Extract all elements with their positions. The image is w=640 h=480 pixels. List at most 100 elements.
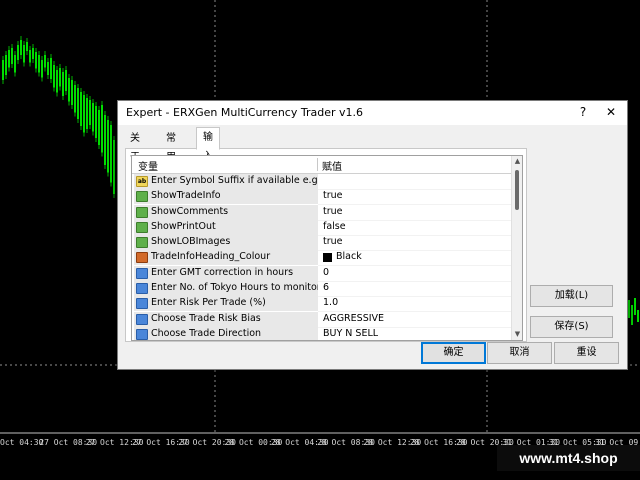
candle bbox=[29, 50, 31, 63]
time-axis-label: Oct 04:30 bbox=[0, 438, 44, 447]
candle bbox=[107, 120, 109, 173]
parameter-value: true bbox=[323, 236, 343, 248]
parameter-name-cell[interactable]: ShowPrintOut bbox=[134, 219, 318, 236]
bool-type-icon bbox=[136, 206, 148, 218]
parameter-name-cell[interactable]: abEnter Symbol Suffix if available e.g. … bbox=[134, 174, 318, 190]
parameter-name: ShowPrintOut bbox=[151, 220, 216, 232]
parameter-name: Enter No. of Tokyo Hours to monitor bbox=[151, 282, 318, 294]
table-row[interactable]: ShowLOBImages true bbox=[132, 235, 511, 252]
vertical-scrollbar[interactable]: ▲ ▼ bbox=[511, 156, 522, 340]
number-type-icon bbox=[136, 313, 148, 325]
watermark: www.mt4.shop bbox=[497, 445, 640, 471]
parameter-name: Choose Trade Risk Bias bbox=[151, 312, 261, 324]
parameter-value-cell[interactable]: 1.0 bbox=[318, 296, 511, 313]
candle bbox=[14, 55, 16, 73]
parameter-value: true bbox=[323, 205, 343, 217]
candle bbox=[50, 58, 52, 79]
scroll-up-icon[interactable]: ▲ bbox=[512, 156, 522, 167]
parameter-value: true bbox=[323, 190, 343, 202]
table-row[interactable]: abEnter Symbol Suffix if available e.g. … bbox=[132, 174, 511, 190]
candle bbox=[44, 55, 46, 68]
parameter-name-cell[interactable]: ShowComments bbox=[134, 204, 318, 221]
candle bbox=[71, 80, 73, 105]
parameter-value: false bbox=[323, 220, 346, 232]
parameter-name: Enter Symbol Suffix if available e.g. EU… bbox=[151, 175, 318, 186]
table-row[interactable]: Choose Trade Risk Bias AGGRESSIVE bbox=[132, 311, 511, 328]
parameter-value-cell[interactable]: 0 bbox=[318, 266, 511, 282]
parameter-name-cell[interactable]: Enter GMT correction in hours bbox=[134, 265, 318, 282]
candle bbox=[83, 95, 85, 133]
candle bbox=[5, 55, 7, 75]
column-header-value[interactable]: 赋值 bbox=[322, 158, 342, 173]
candle bbox=[101, 105, 103, 153]
scrollbar-thumb[interactable] bbox=[515, 170, 519, 210]
expert-properties-dialog: Expert - ERXGen MultiCurrency Trader v1.… bbox=[117, 100, 628, 370]
candle bbox=[634, 298, 636, 315]
candle bbox=[11, 48, 13, 64]
candle bbox=[637, 310, 639, 322]
load-button[interactable]: 加载(L) bbox=[530, 285, 613, 307]
close-icon[interactable]: ✕ bbox=[604, 105, 618, 119]
parameter-value: AGGRESSIVE bbox=[323, 312, 385, 324]
tab-inputs[interactable]: 输入参数 bbox=[196, 127, 220, 200]
number-type-icon bbox=[136, 328, 148, 340]
candle bbox=[32, 48, 34, 59]
parameter-value-cell[interactable]: Black bbox=[318, 250, 511, 267]
parameter-value: BUY N SELL bbox=[323, 327, 379, 339]
table-row[interactable]: ShowComments true bbox=[132, 204, 511, 221]
color-type-icon bbox=[136, 252, 148, 264]
candle bbox=[62, 72, 64, 96]
tab-common[interactable]: 常用 bbox=[160, 129, 182, 163]
table-header: 变量 赋值 bbox=[132, 156, 522, 174]
parameter-value-cell[interactable]: 6 bbox=[318, 281, 511, 298]
candle bbox=[35, 52, 37, 69]
parameter-value: Black bbox=[336, 251, 362, 263]
parameter-value-cell[interactable]: true bbox=[318, 205, 511, 221]
candle bbox=[38, 55, 40, 73]
column-header-variable[interactable]: 变量 bbox=[138, 158, 158, 173]
parameter-value: 1.0 bbox=[323, 297, 339, 309]
table-row[interactable]: Enter No. of Tokyo Hours to monitor 6 bbox=[132, 281, 511, 298]
dialog-titlebar[interactable]: Expert - ERXGen MultiCurrency Trader v1.… bbox=[118, 101, 627, 125]
tab-about[interactable]: 关于 bbox=[124, 129, 146, 163]
parameter-name-cell[interactable]: Choose Trade Risk Bias bbox=[134, 311, 318, 328]
parameter-name-cell[interactable]: Enter Risk Per Trade (%) bbox=[134, 296, 318, 313]
table-row[interactable]: TradeInfoHeading_Colour Black bbox=[132, 250, 511, 267]
table-row[interactable]: Enter GMT correction in hours 0 bbox=[132, 265, 511, 282]
table-row[interactable]: Choose Trade Direction BUY N SELL bbox=[132, 326, 511, 340]
parameter-name: Enter Risk Per Trade (%) bbox=[151, 297, 266, 309]
parameter-value-cell[interactable]: false bbox=[318, 220, 511, 236]
candle bbox=[53, 65, 55, 88]
color-swatch bbox=[323, 253, 332, 263]
parameter-name-cell[interactable]: TradeInfoHeading_Colour bbox=[134, 250, 318, 267]
parameter-value-cell[interactable]: true bbox=[318, 235, 511, 252]
help-icon[interactable]: ? bbox=[576, 105, 590, 119]
scroll-down-icon[interactable]: ▼ bbox=[512, 329, 522, 340]
parameter-name: Enter GMT correction in hours bbox=[151, 266, 294, 278]
parameter-name-cell[interactable]: ShowTradeInfo bbox=[134, 189, 318, 206]
parameter-name: ShowLOBImages bbox=[151, 236, 231, 248]
candle bbox=[104, 115, 106, 165]
candle bbox=[26, 42, 28, 51]
candle bbox=[77, 88, 79, 119]
table-row[interactable]: ShowPrintOut false bbox=[132, 219, 511, 236]
table-row[interactable]: ShowTradeInfo true bbox=[132, 189, 511, 206]
candle bbox=[59, 68, 61, 87]
parameter-name: TradeInfoHeading_Colour bbox=[151, 251, 271, 263]
ok-button[interactable]: 确定 bbox=[421, 342, 486, 364]
parameter-name-cell[interactable]: ShowLOBImages bbox=[134, 235, 318, 252]
table-row[interactable]: Enter Risk Per Trade (%) 1.0 bbox=[132, 296, 511, 313]
input-parameters-table: 变量 赋值 ab Enter Symbol Suffix if available… bbox=[131, 155, 523, 341]
parameter-value-cell[interactable] bbox=[318, 174, 511, 190]
save-button[interactable]: 保存(S) bbox=[530, 316, 613, 338]
parameter-name-cell[interactable]: Choose Trade Direction bbox=[134, 326, 318, 340]
parameter-name-cell[interactable]: Enter No. of Tokyo Hours to monitor bbox=[134, 281, 318, 298]
parameter-value-cell[interactable]: true bbox=[318, 189, 511, 206]
dialog-title: Expert - ERXGen MultiCurrency Trader v1.… bbox=[126, 106, 363, 119]
parameter-value-cell[interactable]: AGGRESSIVE bbox=[318, 312, 511, 328]
reset-button[interactable]: 重设 bbox=[554, 342, 619, 364]
parameter-value: 0 bbox=[323, 266, 330, 278]
candle bbox=[74, 85, 76, 113]
cancel-button[interactable]: 取消 bbox=[487, 342, 552, 364]
parameter-value-cell[interactable]: BUY N SELL bbox=[318, 327, 511, 340]
